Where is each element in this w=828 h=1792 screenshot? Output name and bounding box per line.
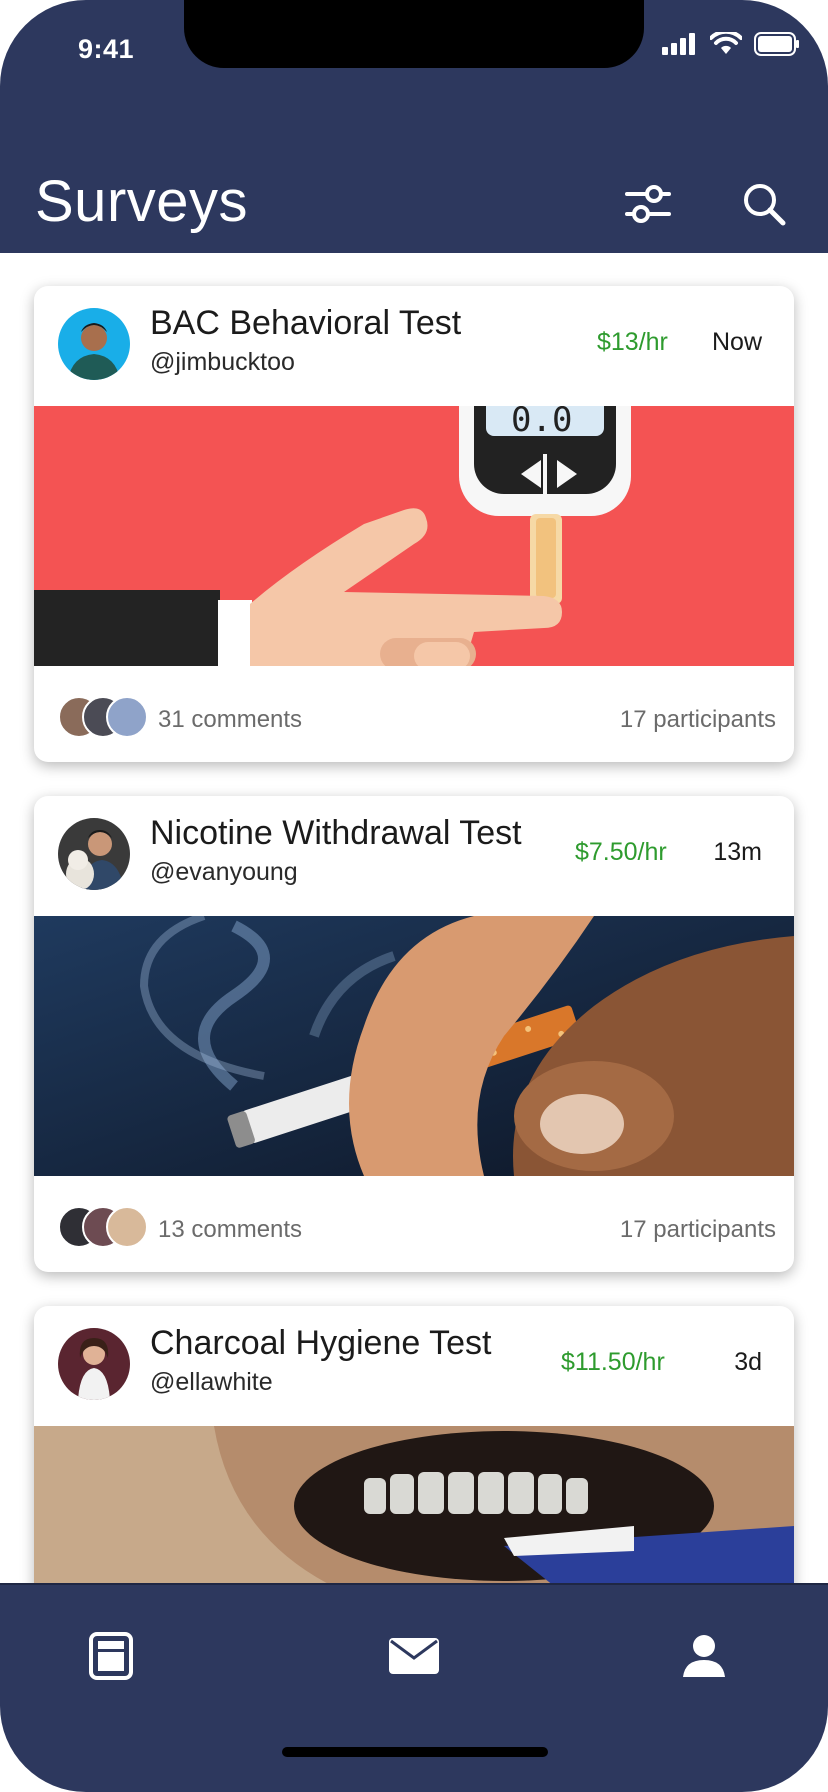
filter-button[interactable] xyxy=(620,176,676,232)
tab-bar xyxy=(0,1583,828,1792)
device-notch xyxy=(184,0,644,68)
card-header: BAC Behavioral Test @jimbucktoo $13/hr N… xyxy=(34,286,794,406)
avatar[interactable] xyxy=(58,1328,130,1400)
pay-rate: $13/hr xyxy=(597,328,668,356)
survey-title[interactable]: BAC Behavioral Test xyxy=(150,304,461,343)
app-header: 9:41 Surveys xyxy=(0,0,828,253)
mail-icon xyxy=(389,1638,439,1674)
card-footer: 31 comments 17 participants xyxy=(34,666,794,762)
wifi-icon xyxy=(710,32,742,54)
posted-time: 3d xyxy=(734,1348,762,1376)
battery-icon xyxy=(754,32,799,56)
survey-author[interactable]: @evanyoung xyxy=(150,858,298,887)
tab-feed[interactable] xyxy=(76,1621,146,1691)
search-icon xyxy=(744,184,786,226)
pay-rate: $7.50/hr xyxy=(575,838,667,866)
survey-card[interactable]: BAC Behavioral Test @jimbucktoo $13/hr N… xyxy=(34,286,794,762)
avatar xyxy=(106,1206,148,1248)
avatar[interactable] xyxy=(58,308,130,380)
home-indicator xyxy=(282,1747,548,1757)
survey-author[interactable]: @jimbucktoo xyxy=(150,348,295,377)
comment-count[interactable]: 13 comments xyxy=(158,1216,302,1244)
survey-image[interactable] xyxy=(34,916,794,1176)
survey-feed[interactable]: BAC Behavioral Test @jimbucktoo $13/hr N… xyxy=(0,253,828,1583)
card-header: Nicotine Withdrawal Test @evanyoung $7.5… xyxy=(34,796,794,916)
survey-image[interactable]: 0.0 xyxy=(34,406,794,666)
posted-time: 13m xyxy=(713,838,762,866)
avatar[interactable] xyxy=(58,818,130,890)
tab-messages[interactable] xyxy=(379,1621,449,1691)
signal-icon xyxy=(662,33,695,55)
phone-screen: 9:41 Surveys BAC Behavioral Test @jimbuc… xyxy=(0,0,828,1792)
pay-rate: $11.50/hr xyxy=(561,1348,665,1376)
survey-image[interactable] xyxy=(34,1426,794,1583)
card-footer: 13 comments 17 participants xyxy=(34,1176,794,1272)
profile-icon xyxy=(683,1635,725,1677)
page-title: Surveys xyxy=(35,169,249,234)
sliders-icon xyxy=(625,185,671,223)
comment-count[interactable]: 31 comments xyxy=(158,706,302,734)
tab-profile[interactable] xyxy=(669,1621,739,1691)
avatar xyxy=(106,696,148,738)
status-icons xyxy=(662,32,800,56)
participant-count: 17 participants xyxy=(619,1216,776,1243)
survey-card[interactable]: Charcoal Hygiene Test @ellawhite $11.50/… xyxy=(34,1306,794,1583)
commenter-avatars[interactable] xyxy=(58,696,154,738)
svg-text:0.0: 0.0 xyxy=(511,406,572,440)
survey-author[interactable]: @ellawhite xyxy=(150,1368,273,1397)
posted-time: Now xyxy=(711,328,762,356)
survey-card[interactable]: Nicotine Withdrawal Test @evanyoung $7.5… xyxy=(34,796,794,1272)
search-button[interactable] xyxy=(736,176,792,232)
survey-title[interactable]: Nicotine Withdrawal Test xyxy=(150,814,522,853)
card-header: Charcoal Hygiene Test @ellawhite $11.50/… xyxy=(34,1306,794,1426)
status-time: 9:41 xyxy=(78,34,135,64)
participant-count: 17 participants xyxy=(619,706,776,733)
commenter-avatars[interactable] xyxy=(58,1206,154,1248)
survey-title[interactable]: Charcoal Hygiene Test xyxy=(150,1324,491,1363)
feed-icon xyxy=(89,1632,133,1680)
